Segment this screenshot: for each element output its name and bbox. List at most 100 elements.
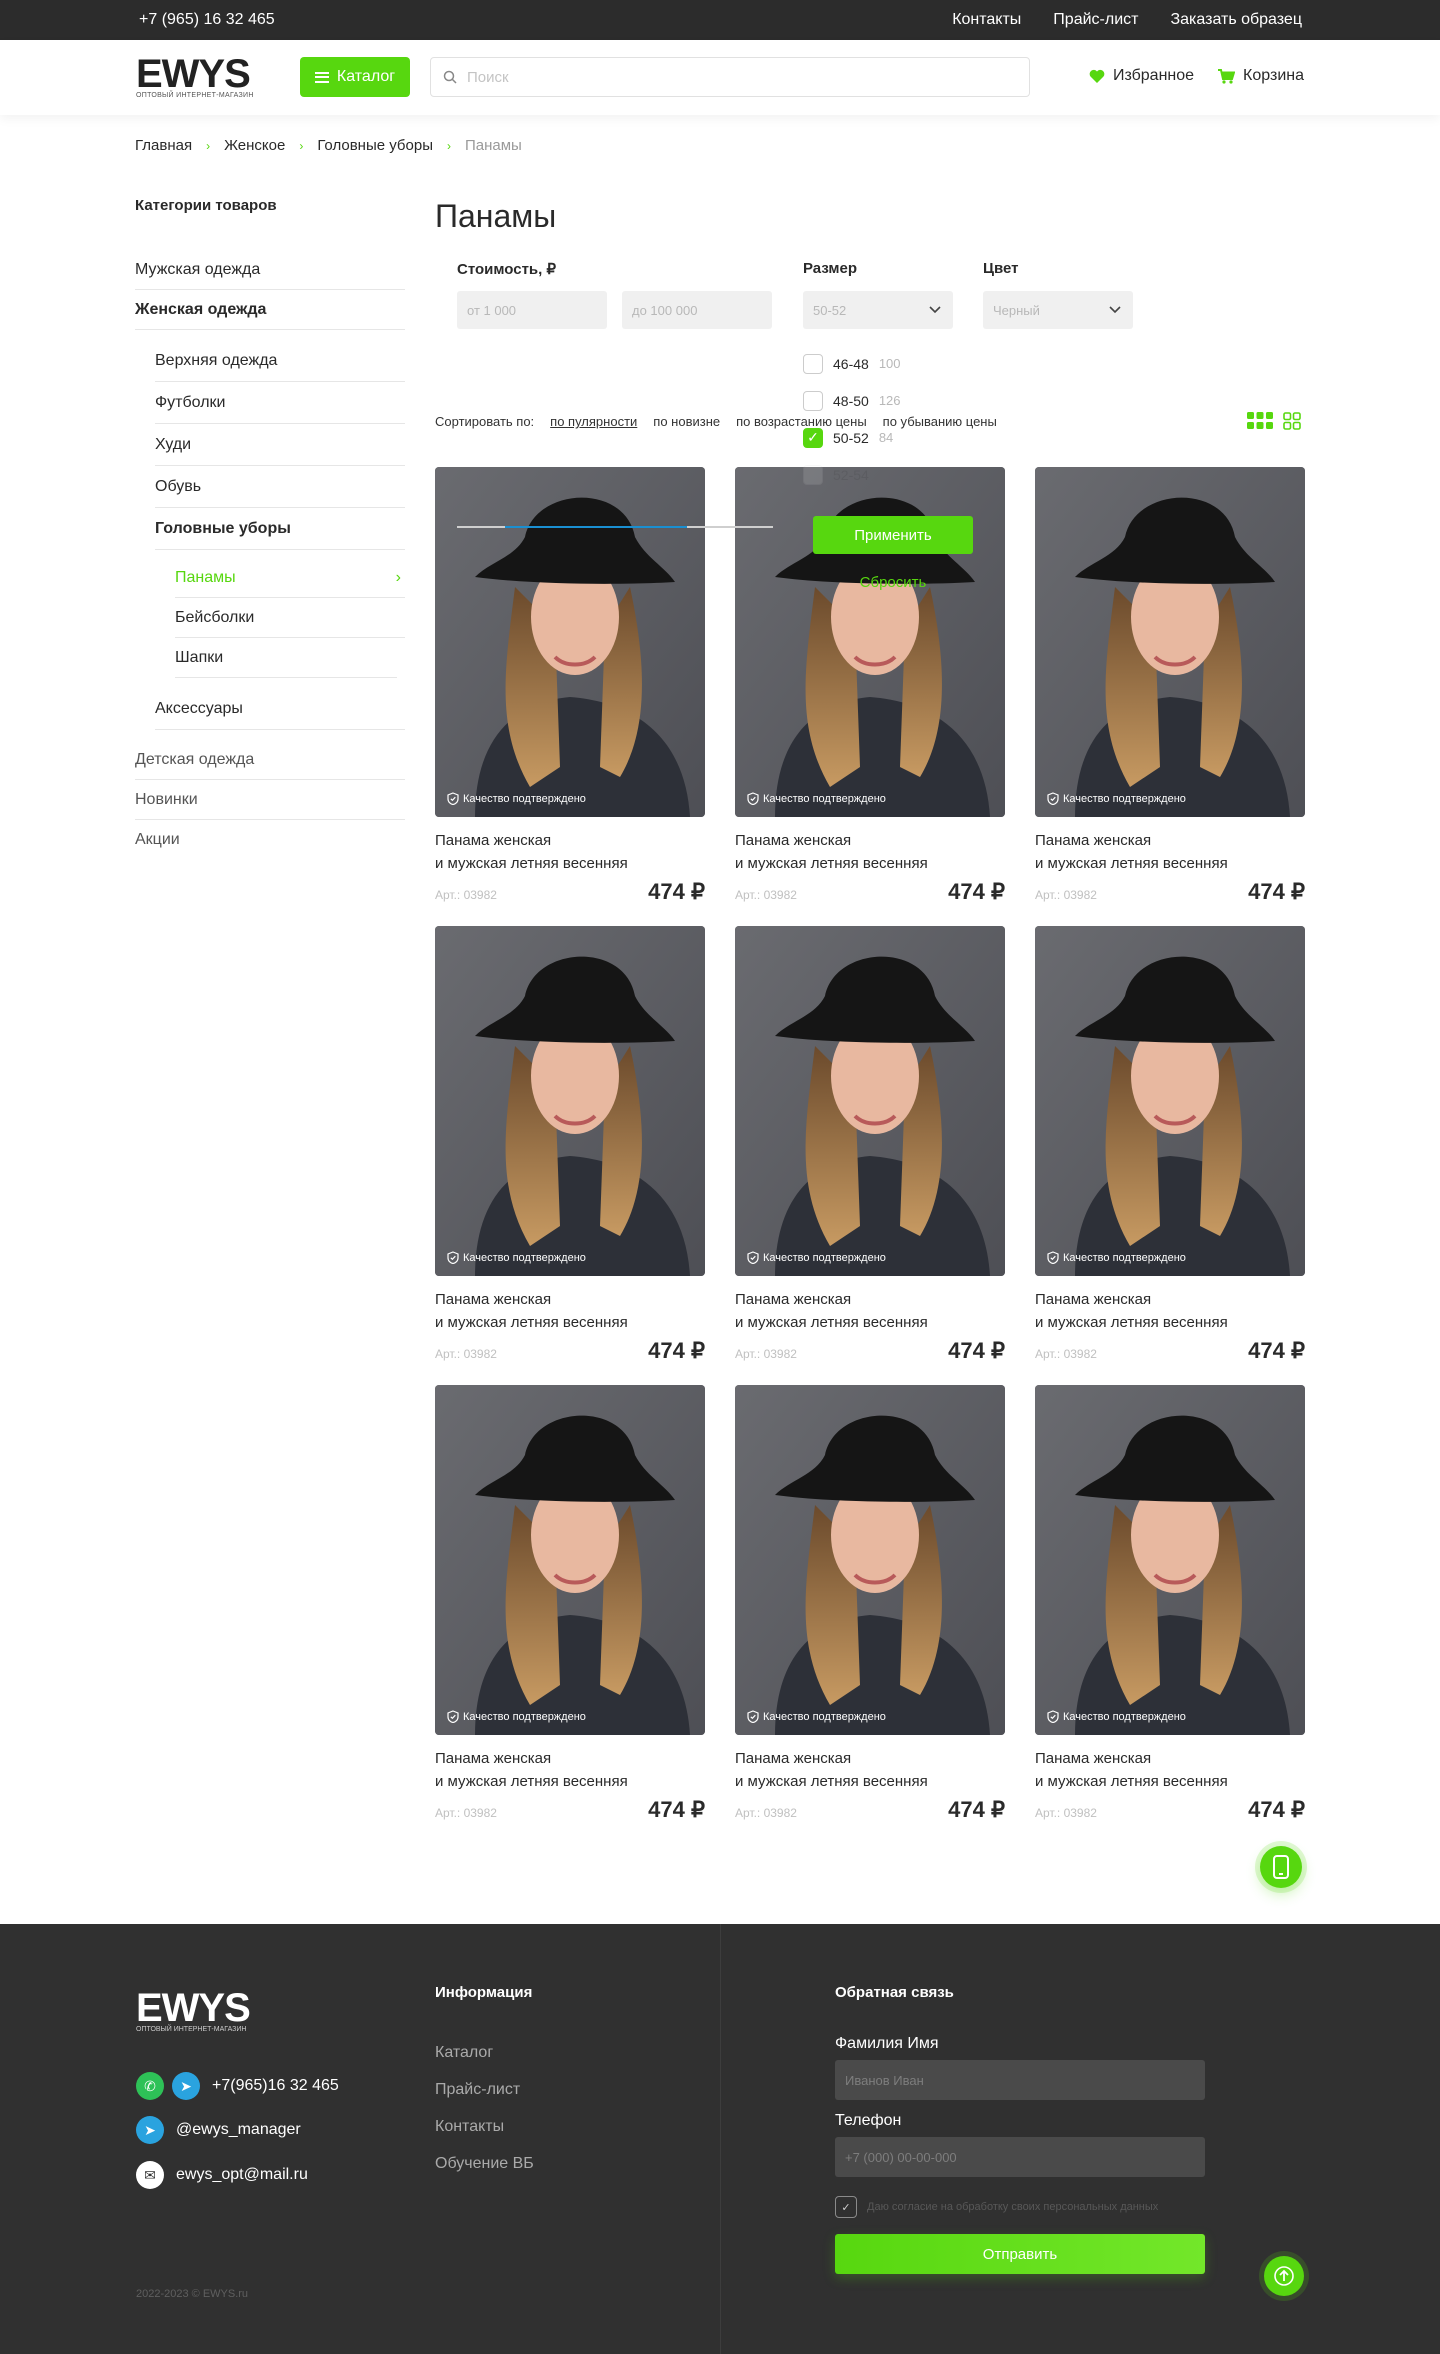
product-name[interactable]: Панама женская и мужская летняя весенняя [735, 1747, 1005, 1793]
range-slider-track[interactable] [457, 526, 773, 528]
footer-link-catalog[interactable]: Каталог [435, 2034, 534, 2071]
grid-3-icon[interactable] [1247, 412, 1273, 430]
sidebar-item-shoes[interactable]: Обувь [155, 466, 405, 508]
footer-info-title: Информация [435, 1984, 533, 2001]
reset-filter-button[interactable]: Сбросить [813, 574, 973, 591]
product-name[interactable]: Панама женская и мужская летняя весенняя [435, 1747, 705, 1793]
sidebar-item-women[interactable]: Женская одежда [135, 290, 405, 330]
product-image[interactable]: Качество подтверждено [435, 926, 705, 1276]
search-input[interactable] [467, 68, 1007, 86]
consent-checkbox[interactable]: ✓ [835, 2196, 857, 2218]
color-select[interactable]: Черный [983, 291, 1133, 329]
quality-badge-text: Качество подтверждено [463, 792, 586, 805]
product-name-line1: Панама женская [435, 1750, 552, 1767]
checkbox-checked[interactable]: ✓ [803, 427, 823, 448]
sidebar-item-accessories[interactable]: Аксессуары [155, 688, 405, 730]
size-option[interactable]: 46-48 100 [803, 345, 1003, 382]
footer-telegram[interactable]: ➤ @ewys_manager [136, 2116, 301, 2144]
footer-link-training[interactable]: Обучение ВБ [435, 2145, 534, 2182]
checkbox[interactable] [803, 353, 823, 374]
price-to-field[interactable]: до 100 000 [622, 291, 772, 329]
size-option[interactable]: ✓ 50-52 84 [803, 419, 1003, 456]
product-card[interactable]: Качество подтверждено Панама женская и муж… [1035, 1385, 1305, 1823]
product-image[interactable]: Качество подтверждено [1035, 926, 1305, 1276]
sidebar-item-outerwear[interactable]: Верхняя одежда [155, 340, 405, 382]
product-name[interactable]: Панама женская и мужская летняя весенняя [1035, 829, 1305, 875]
sidebar-item-hoodies[interactable]: Худи [155, 424, 405, 466]
sidebar-item-kids[interactable]: Детская одежда [135, 740, 405, 780]
price-from-field[interactable]: от 1 000 [457, 291, 607, 329]
catalog-button[interactable]: Каталог [300, 57, 410, 97]
telegram-icon[interactable]: ➤ [172, 2072, 200, 2100]
chevron-down-icon [1109, 306, 1121, 314]
product-image[interactable]: Качество подтверждено [435, 467, 705, 817]
product-price: 474 ₽ [1248, 1797, 1305, 1822]
favorites-link[interactable]: Избранное [1089, 67, 1194, 85]
size-select[interactable]: 50-52 [803, 291, 953, 329]
apply-filter-button[interactable]: Применить [813, 516, 973, 554]
product-name[interactable]: Панама женская и мужская летняя весенняя [435, 1288, 705, 1334]
footer-logo[interactable]: EWYS ОПТОВЫЙ ИНТЕРНЕТ-МАГАЗИН [136, 1988, 251, 2033]
sidebar-item-new[interactable]: Новинки [135, 780, 405, 820]
product-name[interactable]: Панама женская и мужская летняя весенняя [435, 829, 705, 875]
logo[interactable]: EWYS ОПТОВЫЙ ИНТЕРНЕТ-МАГАЗИН [136, 54, 281, 99]
consent-checkbox-row[interactable]: ✓ Даю согласие на обработку своих персон… [835, 2196, 1158, 2218]
search-icon [443, 70, 457, 84]
product-card[interactable]: Качество подтверждено Панама женская и муж… [435, 926, 705, 1364]
top-link-contacts[interactable]: Контакты [952, 11, 1021, 29]
breadcrumb-women[interactable]: Женское [224, 137, 285, 154]
cart-label: Корзина [1243, 67, 1304, 84]
name-field[interactable]: Иванов Иван [835, 2060, 1205, 2100]
sidebar-item-headwear[interactable]: Головные уборы [155, 508, 405, 550]
sidebar-item-panama[interactable]: Панамы › [175, 558, 405, 598]
checkbox[interactable] [803, 464, 823, 485]
product-image[interactable]: Качество подтверждено [735, 926, 1005, 1276]
sort-popularity[interactable]: по пулярности [550, 414, 637, 429]
footer-phone[interactable]: ✆ ➤ +7(965)16 32 465 [136, 2072, 339, 2100]
product-name[interactable]: Панама женская и мужская летняя весенняя [1035, 1747, 1305, 1793]
product-card[interactable]: Качество подтверждено Панама женская и муж… [735, 926, 1005, 1364]
quality-badge-text: Качество подтверждено [1063, 792, 1186, 805]
sidebar-item-men[interactable]: Мужская одежда [135, 250, 405, 290]
whatsapp-icon[interactable]: ✆ [136, 2072, 164, 2100]
product-card[interactable]: Качество подтверждено Панама женская и муж… [735, 1385, 1005, 1823]
sidebar-item-caps[interactable]: Бейсболки [175, 598, 405, 638]
floating-phone-button[interactable] [1260, 1846, 1302, 1888]
scroll-to-top-button[interactable] [1264, 2256, 1304, 2296]
product-card[interactable]: Качество подтверждено Панама женская и муж… [435, 467, 705, 905]
footer-link-pricelist[interactable]: Прайс-лист [435, 2071, 534, 2108]
breadcrumb-headwear[interactable]: Головные уборы [317, 137, 433, 154]
product-name[interactable]: Панама женская и мужская летняя весенняя [735, 1288, 1005, 1334]
color-select-value: Черный [993, 302, 1040, 318]
footer-link-contacts[interactable]: Контакты [435, 2108, 534, 2145]
top-link-order-sample[interactable]: Заказать образец [1170, 11, 1302, 29]
sidebar-item-tshirts[interactable]: Футболки [155, 382, 405, 424]
product-card[interactable]: Качество подтверждено Панама женская и муж… [435, 1385, 705, 1823]
cart-link[interactable]: Корзина [1218, 67, 1304, 85]
search-box[interactable] [430, 57, 1030, 97]
sort-newest[interactable]: по новизне [653, 414, 720, 429]
product-image[interactable]: Качество подтверждено [735, 1385, 1005, 1735]
top-phone[interactable]: +7 (965) 16 32 465 [139, 11, 275, 29]
size-option[interactable]: 52-54 [803, 456, 1003, 493]
breadcrumb-home[interactable]: Главная [135, 137, 192, 154]
product-card[interactable]: Качество подтверждено Панама женская и муж… [1035, 926, 1305, 1364]
chevron-right-icon: › [395, 568, 401, 586]
product-name-line1: Панама женская [435, 1291, 552, 1308]
sidebar-item-sale[interactable]: Акции [135, 820, 405, 860]
quality-badge: Качество подтверждено [747, 1710, 886, 1723]
footer-email[interactable]: ✉ ewys_opt@mail.ru [136, 2161, 308, 2189]
product-name[interactable]: Панама женская и мужская летняя весенняя [735, 829, 1005, 875]
top-link-pricelist[interactable]: Прайс-лист [1053, 11, 1138, 29]
product-image[interactable]: Качество подтверждено [435, 1385, 705, 1735]
product-image[interactable]: Качество подтверждено [1035, 467, 1305, 817]
phone-field[interactable]: +7 (000) 00-00-000 [835, 2137, 1205, 2177]
product-image[interactable]: Качество подтверждено [1035, 1385, 1305, 1735]
product-card[interactable]: Качество подтверждено Панама женская и муж… [1035, 467, 1305, 905]
size-option[interactable]: 48-50 126 [803, 382, 1003, 419]
sidebar-item-beanies[interactable]: Шапки [175, 638, 397, 678]
submit-button[interactable]: Отправить [835, 2234, 1205, 2274]
checkbox[interactable] [803, 390, 823, 411]
grid-2-icon[interactable] [1283, 412, 1301, 430]
product-name[interactable]: Панама женская и мужская летняя весенняя [1035, 1288, 1305, 1334]
